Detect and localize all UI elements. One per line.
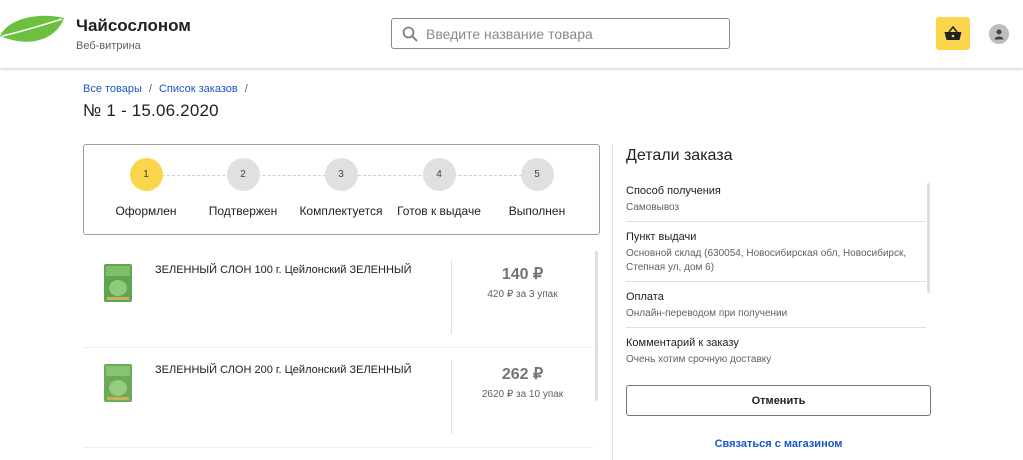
step-2: 2 Подтвержен — [194, 158, 292, 218]
detail-value: Очень хотим срочную доставку — [626, 354, 772, 365]
step-label: Готов к выдаче — [397, 204, 481, 218]
person-icon — [994, 29, 1004, 40]
tea-pack-image[interactable] — [102, 262, 134, 304]
page-title: № 1 - 15.06.2020 — [83, 101, 219, 120]
detail-label: Пункт выдачи — [626, 231, 697, 243]
step-circle: 3 — [324, 158, 358, 191]
product-row[interactable]: ЗЕЛЕННЫЙ СЛОН 100 г. Цейлонский ЗЕЛЕННЫЙ… — [83, 248, 593, 348]
step-circle: 4 — [422, 158, 456, 191]
contact-store-link[interactable]: Связаться с магазином — [626, 438, 931, 450]
order-details: Способ получения Самовывоз Пункт выдачи … — [626, 176, 926, 373]
details-title: Детали заказа — [626, 147, 733, 164]
detail-payment: Оплата Онлайн-переводом при получении — [626, 282, 926, 328]
breadcrumb-separator: / — [148, 83, 152, 95]
product-row[interactable]: ЗЕЛЕННЫЙ СЛОН 200 г. Цейлонский ЗЕЛЕННЫЙ… — [83, 348, 593, 448]
app-header: Чайсослоном Веб-витрина — [0, 0, 1023, 68]
basket-icon — [944, 26, 962, 40]
step-label: Выполнен — [508, 204, 566, 218]
step-circle: 1 — [129, 158, 163, 191]
product-total: 2620 ₽ за 10 упак — [481, 389, 564, 400]
step-label: Оформлен — [115, 204, 177, 218]
product-total: 420 ₽ за 3 упак — [487, 289, 558, 300]
profile-button[interactable] — [989, 24, 1009, 44]
search-input[interactable] — [426, 25, 716, 42]
products-scrollbar[interactable] — [595, 251, 598, 401]
step-label: Подтвержен — [208, 204, 278, 218]
step-1: 1 Оформлен — [97, 158, 195, 218]
column-divider — [612, 144, 613, 460]
breadcrumb-separator: / — [244, 83, 248, 95]
detail-value: Самовывоз — [626, 202, 680, 213]
step-5: 5 Выполнен — [488, 158, 586, 218]
tea-pack-image[interactable] — [102, 362, 134, 404]
details-scrollbar[interactable] — [927, 183, 930, 293]
search-icon — [402, 26, 418, 42]
detail-comment: Комментарий к заказу Очень хотим срочную… — [626, 328, 926, 373]
leaf-icon[interactable] — [0, 14, 64, 50]
step-4: 4 Готов к выдаче — [390, 158, 488, 218]
breadcrumb-order-list[interactable]: Список заказов — [159, 83, 238, 95]
brand-subtitle: Веб-витрина — [76, 40, 141, 52]
cancel-order-button[interactable]: Отменить — [626, 385, 931, 416]
cart-button[interactable] — [936, 17, 970, 50]
search-box[interactable] — [391, 18, 730, 49]
detail-label: Оплата — [626, 291, 664, 303]
detail-value: Основной склад (630054, Новосибирская об… — [626, 248, 907, 273]
product-price: 262 ₽ — [501, 366, 544, 383]
step-circle: 2 — [226, 158, 260, 191]
step-circle: 5 — [520, 158, 554, 191]
detail-label: Способ получения — [626, 185, 721, 197]
breadcrumb-all-products[interactable]: Все товары — [83, 83, 142, 95]
product-name[interactable]: ЗЕЛЕННЫЙ СЛОН 100 г. Цейлонский ЗЕЛЕННЫЙ — [155, 264, 412, 276]
breadcrumb: Все товары / Список заказов / — [83, 83, 248, 95]
step-3: 3 Комплектуется — [292, 158, 390, 218]
brand-name[interactable]: Чайсослоном — [76, 16, 191, 36]
product-name[interactable]: ЗЕЛЕННЫЙ СЛОН 200 г. Цейлонский ЗЕЛЕННЫЙ — [155, 364, 412, 376]
order-status-stepper: 1 Оформлен 2 Подтвержен 3 Комплектуется … — [83, 144, 600, 235]
product-price: 140 ₽ — [501, 266, 544, 283]
detail-label: Комментарий к заказу — [626, 337, 739, 349]
step-label: Комплектуется — [299, 204, 383, 218]
order-products-list[interactable]: ЗЕЛЕННЫЙ СЛОН 100 г. Цейлонский ЗЕЛЕННЫЙ… — [83, 248, 593, 460]
detail-delivery-method: Способ получения Самовывоз — [626, 176, 926, 222]
detail-pickup-point: Пункт выдачи Основной склад (630054, Нов… — [626, 222, 926, 282]
detail-value: Онлайн-переводом при получении — [626, 308, 788, 319]
